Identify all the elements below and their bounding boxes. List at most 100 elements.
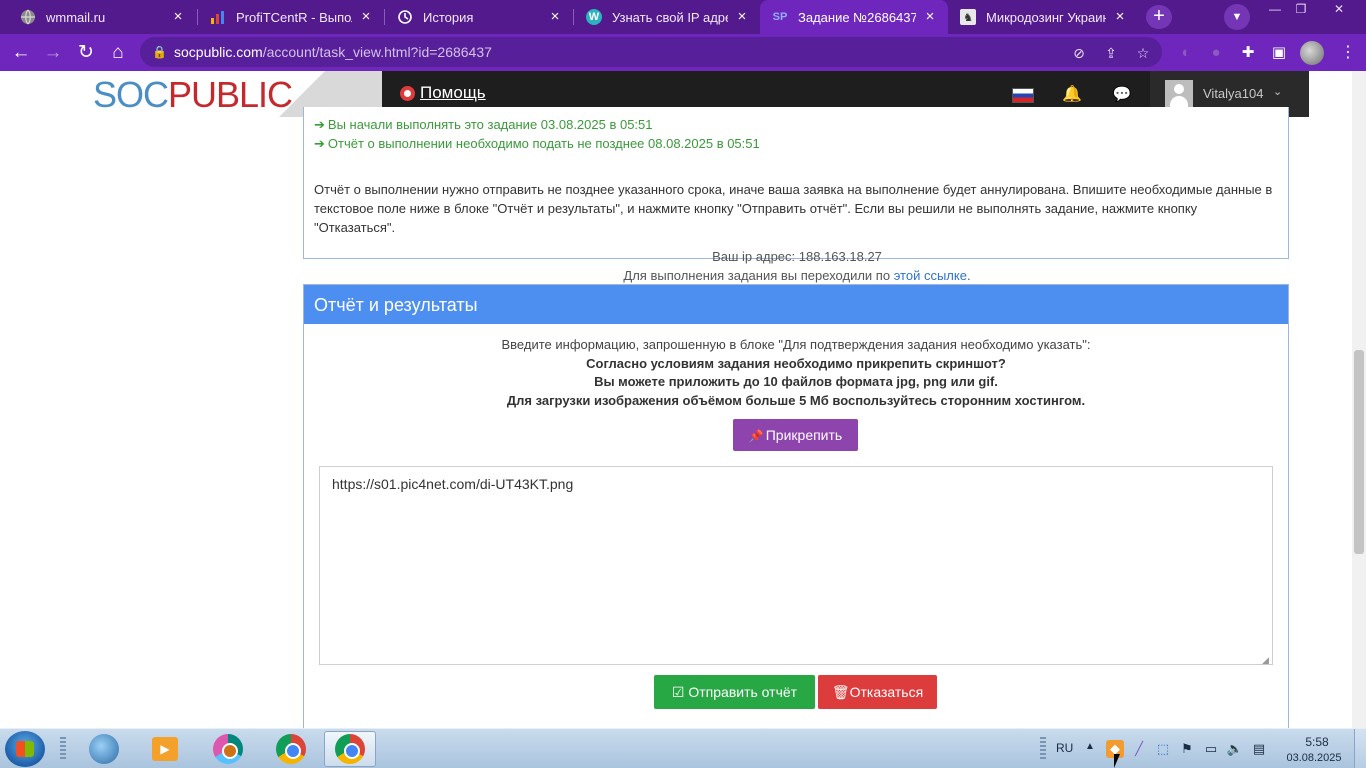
network-globe-icon <box>89 734 119 764</box>
screenshot-requirement: Согласно условиям задания необходимо при… <box>586 356 1006 371</box>
taskbar-grip <box>1040 737 1046 761</box>
browser-tab[interactable]: История × <box>385 0 573 34</box>
close-icon[interactable]: × <box>922 9 938 25</box>
extension-icon[interactable]: ● <box>1205 42 1227 64</box>
tab-title: История <box>423 9 474 25</box>
refuse-button[interactable]: 🗑Отказаться <box>818 675 937 709</box>
windows-taskbar: ▶ RU ▲ ◆ ╱ ⬚ ⚑ ▭ 🔈 ▤ 5:58 03.08.2025 <box>0 728 1366 768</box>
star-icon[interactable]: ☆ <box>1134 44 1152 62</box>
windows-logo-icon <box>16 741 34 757</box>
report-panel: Отчёт и результаты Введите информацию, з… <box>303 284 1289 728</box>
lock-icon: 🔒 <box>152 45 167 59</box>
avatar <box>1165 80 1193 108</box>
page-viewport: SOCPUBLIC Помощь 🔔 💬 Vitalya104 ⌄ ➔ Вы на… <box>0 71 1352 728</box>
browser-tab-active[interactable]: SP Задание №2686437 - пр × <box>760 0 948 34</box>
tab-title: wmmail.ru <box>46 9 106 25</box>
task-link-line: Для выполнения задания вы переходили по … <box>623 268 971 283</box>
report-textarea[interactable] <box>319 466 1273 665</box>
extension-spinner-icon[interactable]: ◐ <box>1175 42 1197 64</box>
taskbar-app-chrome-canary[interactable] <box>202 731 254 767</box>
help-link[interactable]: Помощь <box>420 83 486 103</box>
action-center-flag-icon[interactable]: ⚑ <box>1178 740 1196 758</box>
show-hidden-icons[interactable]: ▲ <box>1085 741 1095 752</box>
taskbar-app-network[interactable] <box>78 731 130 767</box>
taskbar-app-chrome-profile[interactable] <box>265 731 317 767</box>
eye-off-icon[interactable]: ⊘ <box>1070 44 1088 62</box>
task-started-line: ➔ Вы начали выполнять это задание 03.08.2… <box>314 117 653 132</box>
extensions-puzzle-icon[interactable]: ✚ <box>1237 42 1259 64</box>
lifebuoy-icon <box>400 86 415 101</box>
clock-date[interactable]: 03.08.2025 <box>1282 752 1346 764</box>
tab-title: ProfiTCentR - Выполнение <box>236 9 352 25</box>
arrow-right-icon: ➔ <box>314 136 325 151</box>
file-size-note: Для загрузки изображения объёмом больше … <box>506 393 1086 408</box>
tab-title: Задание №2686437 - пр <box>798 9 916 25</box>
task-info-panel: ➔ Вы начали выполнять это задание 03.08.2… <box>303 107 1289 283</box>
home-icon[interactable]: ⌂ <box>103 38 133 68</box>
browser-toolbar: ← → ↻ ⌂ 🔒 socpublic.com/account/task_vie… <box>0 34 1366 71</box>
browser-tab[interactable]: wmmail.ru × <box>8 0 196 34</box>
url-text[interactable]: socpublic.com/account/task_view.html?id=… <box>174 44 492 60</box>
ip-address-line: Ваш ip адрес: 188.163.18.27 <box>712 249 882 264</box>
browser-tab[interactable]: W Узнать свой IP адрес × <box>574 0 760 34</box>
tab-title: Узнать свой IP адрес <box>612 9 728 25</box>
forward-icon[interactable]: → <box>38 38 68 68</box>
power-icon[interactable]: ▤ <box>1250 740 1268 758</box>
restore-icon[interactable]: ❐ <box>1288 0 1314 18</box>
close-icon[interactable]: × <box>734 9 750 25</box>
report-panel-header: Отчёт и результаты <box>304 285 1288 324</box>
media-player-icon: ▶ <box>152 737 178 761</box>
chrome-icon <box>213 734 243 764</box>
start-button[interactable] <box>5 731 45 767</box>
scrollbar-thumb[interactable] <box>1354 350 1364 554</box>
trash-icon: 🗑 <box>831 684 850 700</box>
taskbar-app-chrome-active[interactable] <box>324 731 376 767</box>
taskbar-app-media[interactable]: ▶ <box>139 731 191 767</box>
mouse-cursor-icon <box>1114 754 1126 768</box>
bell-icon[interactable]: 🔔 <box>1062 85 1082 105</box>
reload-icon[interactable]: ↻ <box>71 38 101 68</box>
task-deadline-line: ➔ Отчёт о выполнении необходимо подать не… <box>314 136 760 151</box>
browser-tab[interactable]: ♞ Микродозинг Украина × <box>948 0 1138 34</box>
close-icon[interactable]: × <box>547 9 563 25</box>
pin-icon: 📌 <box>748 429 764 443</box>
browser-tab[interactable]: ProfiTCentR - Выполнение × <box>198 0 384 34</box>
show-desktop-button[interactable] <box>1354 729 1366 768</box>
tab-title: Микродозинг Украина <box>986 9 1106 25</box>
pen-icon[interactable]: ╱ <box>1130 740 1148 758</box>
report-deadline-notice: Отчёт о выполнении нужно отправить не по… <box>314 182 1273 235</box>
volume-icon[interactable]: 🔈 <box>1226 740 1244 758</box>
username: Vitalya104 <box>1203 86 1264 101</box>
tab-search-icon[interactable]: ▼ <box>1224 4 1250 30</box>
chrome-icon <box>276 734 306 764</box>
window-close-icon[interactable]: ✕ <box>1326 0 1352 18</box>
check-square-icon: ☑ <box>671 684 685 700</box>
site-logo[interactable]: SOCPUBLIC <box>93 75 293 115</box>
clock-time[interactable]: 5:58 <box>1292 735 1342 749</box>
network-icon[interactable]: ▭ <box>1202 740 1220 758</box>
file-limit-note: Вы можете приложить до 10 файлов формата… <box>594 374 998 389</box>
close-icon[interactable]: × <box>1112 9 1128 25</box>
minimize-icon[interactable]: — <box>1262 0 1288 18</box>
task-link[interactable]: этой ссылке <box>894 268 967 283</box>
new-tab-button[interactable]: + <box>1146 5 1172 29</box>
resize-grip-icon[interactable]: ◢ <box>1262 655 1272 665</box>
close-icon[interactable]: × <box>170 9 186 25</box>
bar-chart-icon <box>210 9 226 25</box>
chat-icon[interactable]: 💬 <box>1111 85 1133 105</box>
send-report-button[interactable]: ☑ Отправить отчёт <box>654 675 815 709</box>
russian-flag-icon[interactable] <box>1012 88 1034 103</box>
input-language[interactable]: RU <box>1056 741 1073 755</box>
arrow-right-icon: ➔ <box>314 117 325 132</box>
report-instruction: Введите информацию, запрошенную в блоке … <box>501 337 1091 352</box>
kebab-menu-icon[interactable]: ⋮ <box>1338 42 1358 64</box>
side-panel-icon[interactable]: ▣ <box>1268 42 1290 64</box>
profile-avatar[interactable] <box>1300 41 1324 65</box>
close-icon[interactable]: × <box>358 9 374 25</box>
address-bar[interactable]: 🔒 socpublic.com/account/task_view.html?i… <box>140 37 1162 67</box>
back-icon[interactable]: ← <box>6 38 36 68</box>
w-icon: W <box>586 9 602 25</box>
snipping-icon[interactable]: ⬚ <box>1154 740 1172 758</box>
attach-button[interactable]: 📌 Прикрепить <box>733 419 858 451</box>
share-icon[interactable]: ⇪ <box>1102 44 1120 62</box>
